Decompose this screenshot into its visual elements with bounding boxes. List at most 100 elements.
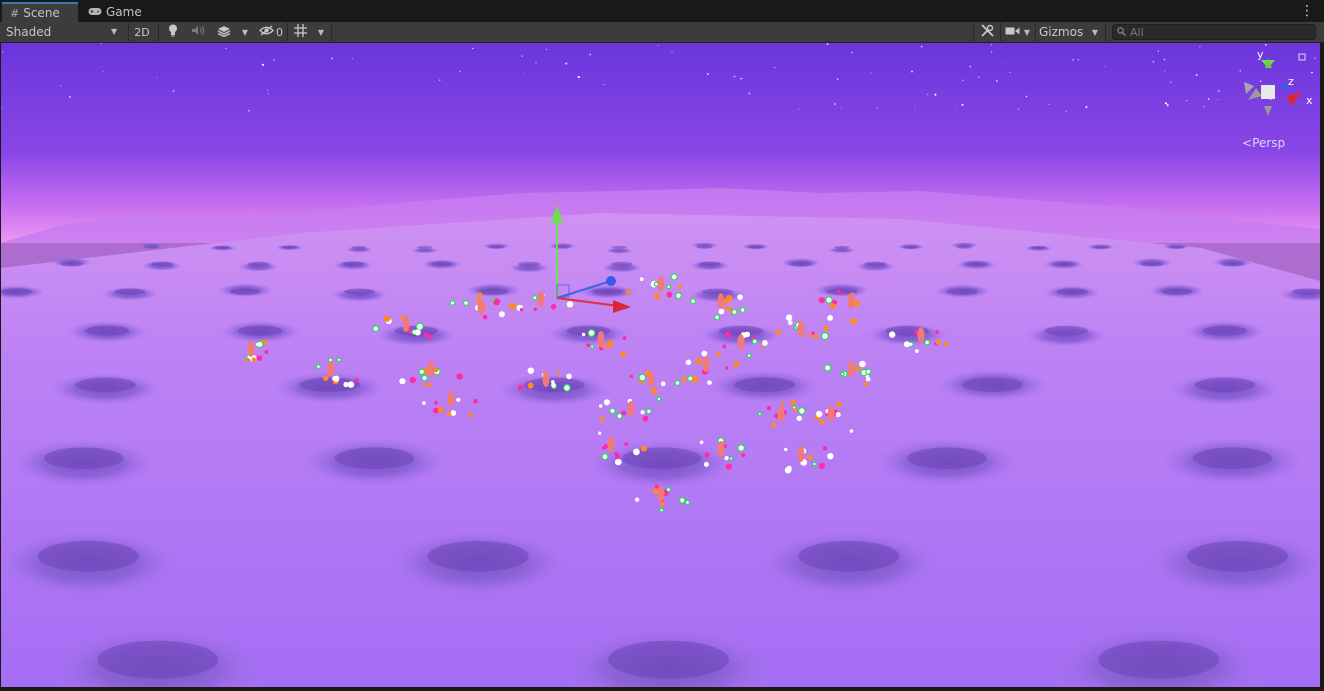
terrain-crater-core [85,325,130,336]
spawn-point-gizmo [599,404,603,408]
spawn-point-gizmo [603,399,611,406]
terrain-crater-core [702,288,733,295]
spawn-point-gizmo [849,429,854,433]
scene-render [1,43,1320,687]
search-input[interactable] [1126,25,1310,39]
star-particle [1077,59,1079,61]
effects-dropdown[interactable]: ▼ [238,23,252,41]
lighting-toggle-button[interactable] [162,23,184,41]
terrain-crater-core [608,640,729,679]
tab-scene[interactable]: # Scene [2,2,78,22]
spawn-point-gizmo [818,462,826,469]
spawn-point-gizmo [629,374,634,378]
gizmos-dropdown[interactable]: ▼ [1088,23,1102,41]
grid-options-dropdown[interactable]: ▼ [314,23,328,41]
spawn-point-gizmo [427,334,432,339]
projection-label: Persp [1252,136,1286,150]
entity-capsule [627,401,635,417]
spawn-point-gizmo [372,325,380,333]
spawn-point-gizmo [437,406,444,413]
effects-toggle-button[interactable] [213,23,235,41]
spawn-point-gizmo [414,329,421,336]
spawn-point-gizmo [788,320,793,326]
spawn-point-gizmo [456,373,463,380]
entity-capsule [607,436,615,452]
projection-toggle[interactable]: <Persp [1242,136,1285,150]
terrain-crater-core [1168,246,1184,249]
camera-settings-button[interactable] [1003,23,1021,41]
spawn-point-gizmo [865,368,872,375]
spawn-point-gizmo [731,308,738,316]
shading-mode-value: Shaded [6,25,52,39]
star-particle [706,72,709,76]
spawn-point-gizmo [609,407,616,415]
spawn-point-gizmo [256,355,263,361]
camera-settings-dropdown[interactable]: ▼ [1021,23,1033,41]
perspective-icon: < [1242,136,1253,150]
terrain-crater-core [114,288,146,295]
spawn-point-gizmo [601,453,609,461]
toggle-2d-button[interactable]: 2D [130,23,154,41]
entity-capsule [827,406,835,422]
scene-search-field[interactable] [1112,24,1316,40]
shading-mode-dropdown[interactable]: Shaded ▼ [0,23,126,41]
terrain-crater-core [247,261,270,267]
star-particle [102,70,105,73]
spawn-point-gizmo [707,380,712,385]
scene-visibility-button[interactable]: 0 [258,23,284,41]
spawn-point-gizmo [449,300,456,306]
scene-toolbar: Shaded ▼ 2D ▼ 0 ▼ ▼ Gizmos ▼ All [0,22,1324,43]
grid-icon: # [10,6,20,20]
terrain-crater-core [427,540,529,572]
terrain-crater-core [962,377,1023,392]
spawn-point-gizmo [641,445,647,452]
entity-capsule [917,327,925,343]
star-particle [248,110,250,112]
spawn-point-gizmo [418,368,425,376]
spawn-point-gizmo [724,456,729,461]
spawn-point-gizmo [315,364,321,370]
terrain-crater-core [229,288,261,295]
axis-y-label: y [1257,48,1264,61]
spawn-point-gizmo [699,440,704,445]
chevron-down-icon: ▼ [111,27,118,36]
star-particle [267,89,269,91]
grid-toggle-button[interactable] [290,23,310,41]
terrain-crater-core [344,288,375,295]
more-options-icon[interactable]: ⋮ [1300,3,1314,19]
tab-game[interactable]: Game [80,2,150,22]
star-particle [914,105,916,107]
grid-icon [293,24,307,40]
layers-icon [217,25,231,40]
spawn-point-gizmo [825,296,833,304]
entity-capsule [797,446,805,462]
entity-capsule [777,406,785,422]
star-particle [1164,102,1167,105]
terrain-crater-core [734,377,795,392]
orientation-gizmo[interactable]: y z x [1236,48,1316,126]
scene-viewport[interactable] [1,43,1323,687]
spawn-point-gizmo [463,300,470,307]
terrain-crater-core [864,261,887,267]
star-particle [156,76,158,78]
spawn-point-gizmo [827,315,833,321]
spawn-point-gizmo [822,446,828,451]
star-particle [1104,65,1106,67]
star-particle [1264,43,1267,46]
spawn-point-gizmo [446,411,452,417]
star-particle [524,71,525,73]
gamepad-icon [88,6,102,19]
spawn-point-gizmo [780,401,784,406]
star-particle [969,65,972,68]
spawn-point-gizmo [423,383,427,387]
chevron-down-icon: ▼ [1023,27,1031,37]
gizmos-toggle-button[interactable]: Gizmos [1037,23,1087,41]
terrain-crater-core [518,261,541,267]
tools-button[interactable] [976,23,998,41]
spawn-point-gizmo [737,294,743,300]
star-particle [106,50,108,52]
terrain-crater-core [143,246,160,249]
audio-toggle-button[interactable] [187,23,209,41]
spawn-point-gizmo [415,322,424,331]
star-particle [267,93,269,95]
